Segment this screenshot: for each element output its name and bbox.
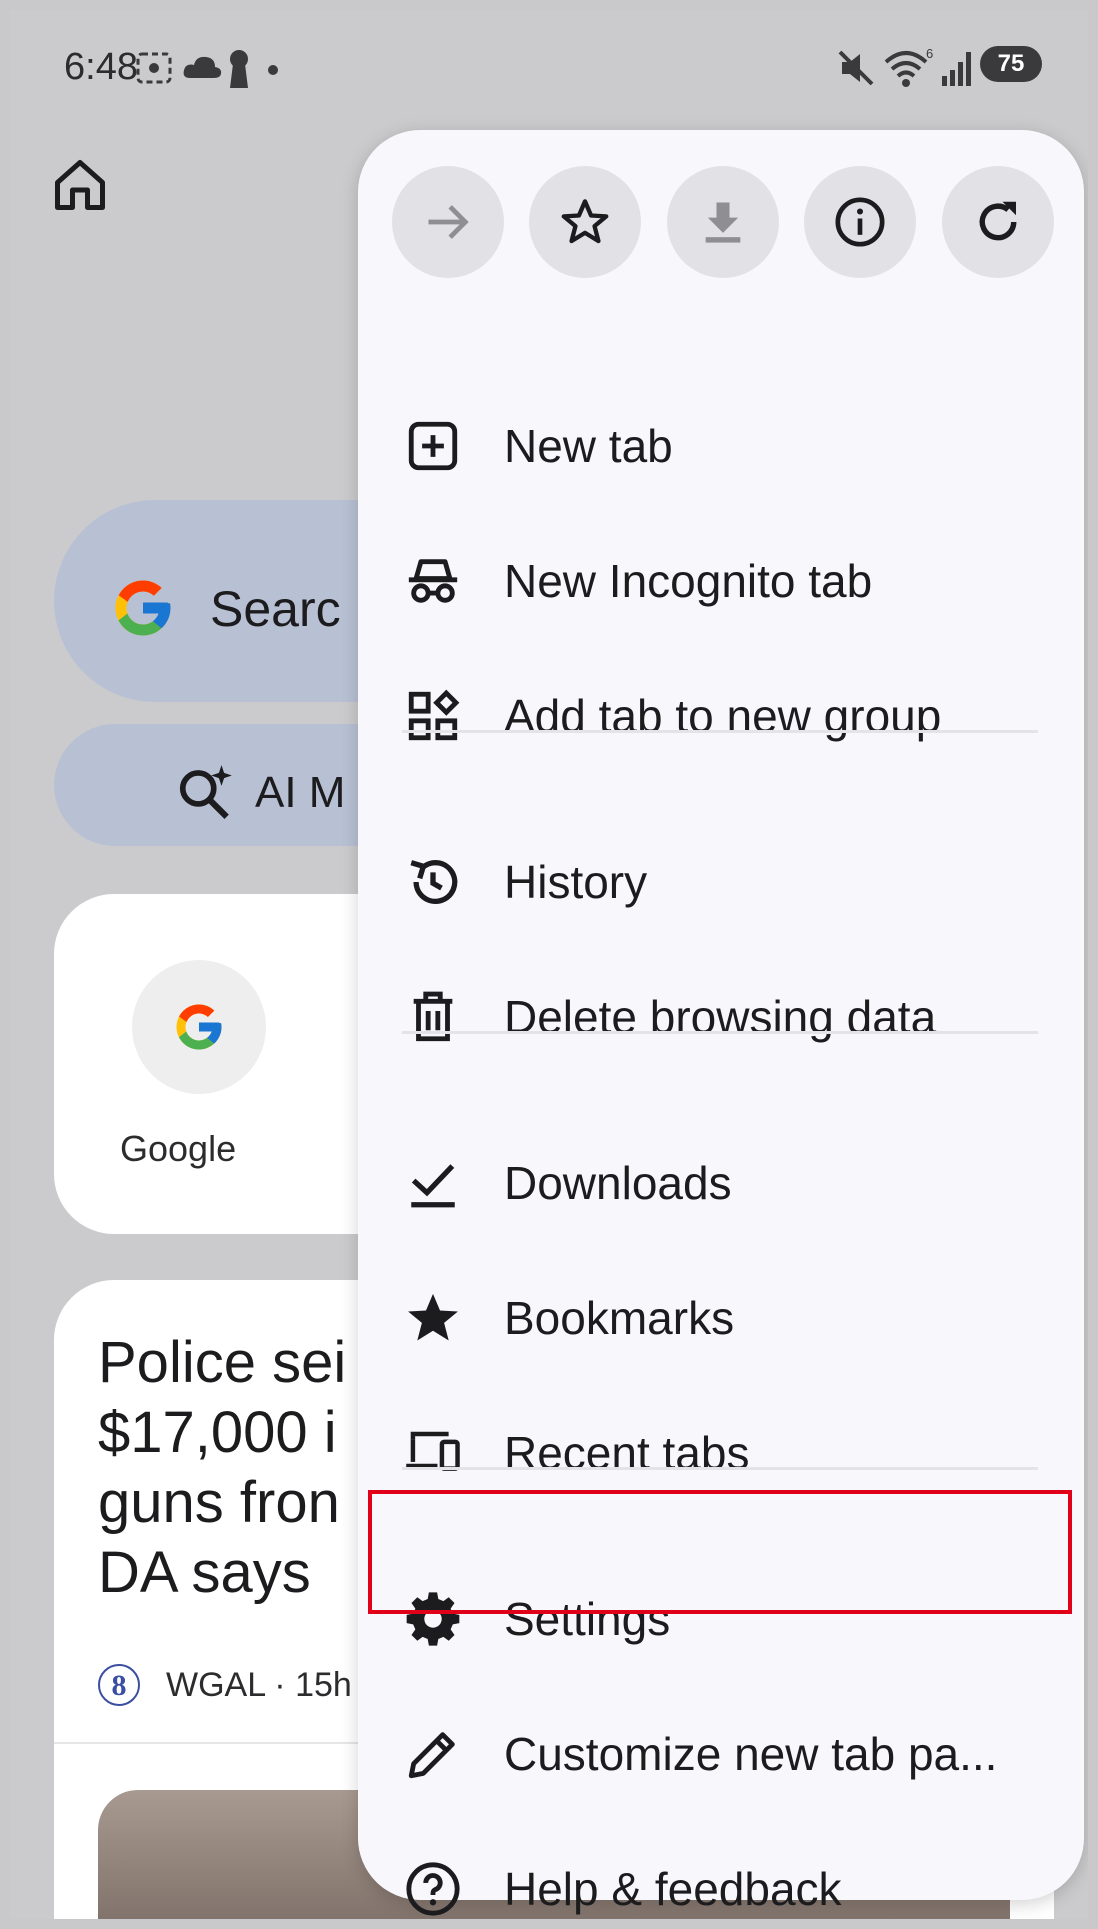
menu-item-label: Recent tabs [504, 1427, 750, 1479]
menu-item-label: New Incognito tab [504, 555, 873, 607]
ai-search-sparkle-icon [179, 765, 232, 820]
notification-dot-icon [268, 65, 278, 75]
ai-mode-label: AI M [255, 768, 346, 817]
star-filled-icon [408, 1293, 458, 1341]
menu-item-new-tab[interactable]: New tab [358, 379, 1084, 513]
menu-item-label: Bookmarks [504, 1292, 735, 1344]
trash-icon [413, 991, 453, 1042]
history-icon [410, 860, 458, 904]
overflow-menu: New tab New Incognito tab Add tab to new… [358, 130, 1084, 1916]
status-bar: 6:48 6 75 [10, 10, 1088, 120]
menu-item-help-feedback[interactable]: Help & feedback [358, 1822, 1084, 1919]
screenshot-icon [136, 52, 172, 84]
menu-item-downloads[interactable]: Downloads [358, 1116, 1084, 1250]
news-source-logo-icon: 8 [98, 1664, 140, 1706]
pencil-icon [408, 1732, 455, 1779]
menu-toolbar [392, 166, 1054, 278]
reload-icon [979, 201, 1017, 241]
news-source: WGAL · 15h [166, 1666, 352, 1704]
status-time: 6:48 [64, 46, 138, 88]
incognito-icon [408, 559, 458, 603]
menu-item-new-incognito-tab[interactable]: New Incognito tab [358, 514, 1084, 648]
svg-text:8: 8 [112, 1669, 127, 1702]
new-tab-icon [408, 421, 458, 471]
menu-item-bookmarks[interactable]: Bookmarks [358, 1251, 1084, 1385]
settings-highlight-box [368, 1490, 1072, 1614]
search-placeholder: Searc [210, 581, 341, 637]
forward-button[interactable] [392, 166, 504, 278]
svg-text:6: 6 [926, 48, 933, 61]
download-icon [705, 202, 741, 243]
menu-item-customize-new-tab-page[interactable]: Customize new tab pa... [358, 1687, 1084, 1821]
arrow-right-icon [428, 205, 469, 239]
menu-item-delete-browsing-data[interactable]: Delete browsing data [358, 950, 1084, 1084]
chrome-new-tab-page: 6:48 6 75 Searc AI M Google Police sei $… [10, 10, 1088, 1919]
reload-button[interactable] [942, 166, 1054, 278]
google-logo-icon [115, 580, 171, 636]
menu-separator [402, 1467, 1038, 1470]
menu-item-label: Downloads [504, 1157, 732, 1209]
menu-item-label: Customize new tab pa... [504, 1728, 998, 1780]
download-button[interactable] [667, 166, 779, 278]
google-shortcut-icon [176, 1004, 222, 1050]
menu-item-label: Help & feedback [504, 1863, 842, 1915]
mute-icon [838, 50, 874, 86]
keyhole-icon [230, 50, 248, 88]
wifi-icon: 6 [884, 48, 933, 87]
tab-group-icon [408, 689, 460, 741]
shortcut-google-label: Google [120, 1128, 237, 1169]
menu-item-label: Add tab to new group [504, 690, 942, 742]
home-icon[interactable] [50, 155, 110, 215]
battery-indicator: 75 [980, 46, 1042, 82]
menu-item-add-tab-to-new-group[interactable]: Add tab to new group [358, 649, 1084, 783]
devices-icon [406, 1431, 460, 1471]
help-icon [406, 1862, 460, 1916]
page-info-button[interactable] [804, 166, 916, 278]
info-icon [835, 197, 885, 247]
menu-item-label: New tab [504, 420, 673, 472]
star-outline-icon [561, 199, 609, 244]
signal-icon [942, 52, 971, 86]
news-headline[interactable]: Police sei $17,000 i guns fron DA says [98, 1328, 398, 1608]
shortcut-google-tile[interactable] [132, 960, 266, 1094]
bookmark-button[interactable] [529, 166, 641, 278]
downloads-check-icon [411, 1164, 455, 1208]
menu-item-label: Delete browsing data [504, 991, 937, 1043]
cloud-icon [183, 56, 222, 78]
menu-item-history[interactable]: History [358, 815, 1084, 949]
menu-item-label: History [504, 856, 648, 908]
menu-separator [402, 730, 1038, 733]
menu-separator [402, 1031, 1038, 1034]
